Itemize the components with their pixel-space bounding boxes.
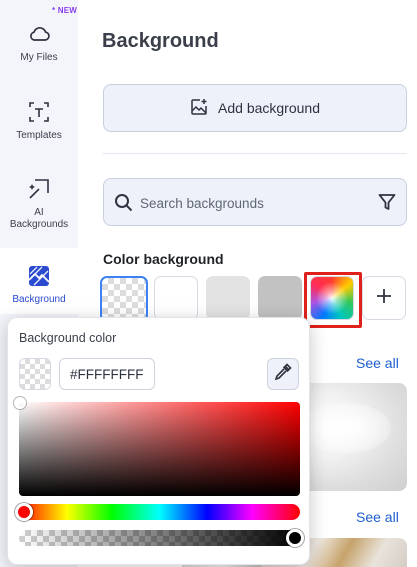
page-title: Background [102, 30, 219, 52]
search-input[interactable] [140, 189, 360, 217]
divider [103, 153, 407, 154]
filter-icon[interactable] [378, 193, 396, 216]
cloud-icon [27, 22, 51, 46]
rail-item-label: AI Backgrounds [9, 207, 69, 230]
rail-item-templates[interactable]: Templates [0, 100, 78, 148]
rail-item-background[interactable]: Background [0, 248, 78, 314]
swatch-gray[interactable] [258, 276, 302, 320]
ai-wand-icon [27, 177, 51, 201]
hex-input[interactable] [59, 358, 155, 390]
search-icon [114, 193, 133, 217]
new-badge: * NEW [52, 6, 77, 15]
add-background-label: Add background [218, 100, 320, 116]
rail-item-ai-backgrounds[interactable]: AI Backgrounds [0, 177, 78, 233]
saturation-handle[interactable] [14, 397, 26, 409]
rail-item-label: Templates [16, 130, 62, 141]
swatch-light-gray[interactable] [206, 276, 250, 320]
image-add-icon [190, 98, 208, 119]
hue-handle[interactable] [15, 503, 33, 521]
opacity-slider[interactable] [19, 529, 304, 547]
eyedropper-icon [274, 362, 292, 386]
background-icon [27, 264, 51, 288]
rail-item-label: My Files [20, 52, 58, 63]
swatch-transparent[interactable] [100, 276, 148, 322]
hue-slider[interactable] [15, 503, 300, 521]
rail-item-label: Background [12, 294, 66, 305]
see-all-link[interactable]: See all [356, 355, 399, 371]
plus-icon [376, 288, 392, 309]
saturation-value-area[interactable] [14, 397, 300, 496]
templates-icon [27, 100, 51, 124]
color-picker-popover: Background color [7, 317, 310, 565]
custom-color-swatch[interactable] [310, 276, 354, 320]
see-all-link[interactable]: See all [356, 509, 399, 525]
color-preview [19, 358, 51, 390]
swatch-white[interactable] [154, 276, 198, 320]
add-color-button[interactable] [362, 276, 406, 320]
search-box [103, 178, 407, 226]
color-picker-title: Background color [19, 331, 117, 345]
add-background-button[interactable]: Add background [103, 84, 407, 132]
eyedropper-button[interactable] [267, 358, 299, 390]
rail-item-my-files[interactable]: My Files [0, 22, 78, 74]
color-background-title: Color background [103, 251, 224, 267]
opacity-handle[interactable] [286, 529, 304, 547]
